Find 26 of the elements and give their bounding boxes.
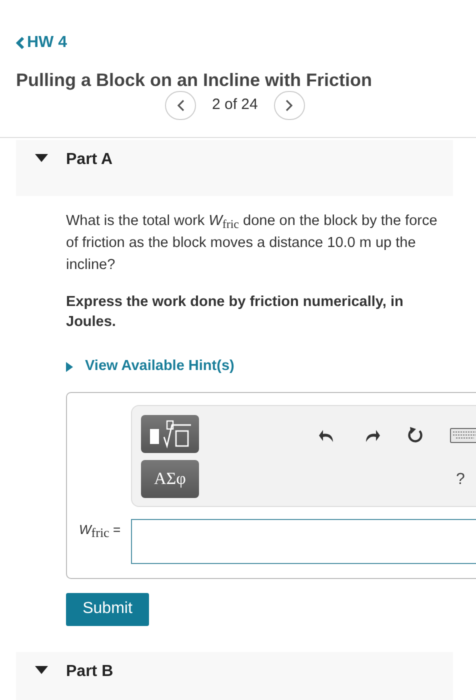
- part-header[interactable]: Part B: [16, 652, 453, 700]
- question-text: What is the total work W$_{fric}$ done on the block by the force of friction as the block moves a distance 10.0 m up the incline?: [66, 212, 438, 275]
- next-button[interactable]: [274, 91, 305, 120]
- reset-icon: [406, 426, 424, 444]
- instruction-text: Express the work done by friction numerically, in Joules.: [66, 293, 404, 332]
- symbols-button[interactable]: ΑΣφ: [141, 460, 199, 498]
- page-position: 2 of 24: [212, 95, 258, 116]
- keyboard-button[interactable]: [450, 428, 476, 443]
- triangle-down-icon: [34, 666, 48, 674]
- triangle-down-icon: [34, 154, 48, 162]
- part-header[interactable]: Part A: [16, 140, 453, 196]
- part-label: Part A: [66, 150, 113, 170]
- hint-link[interactable]: View Available Hint(s): [66, 356, 234, 378]
- answer-field[interactable]: [131, 518, 476, 564]
- templates-button[interactable]: [141, 414, 199, 453]
- problem-title: Pulling a Block on an Incline with Friction: [16, 69, 372, 92]
- back-link[interactable]: HW 4: [16, 31, 67, 55]
- triangle-right-icon: [66, 362, 73, 372]
- reset-button[interactable]: [406, 426, 424, 444]
- chevron-left-icon: [176, 99, 184, 112]
- help-button[interactable]: ?: [456, 468, 465, 492]
- part-label: Part B: [66, 662, 114, 682]
- submit-button[interactable]: Submit: [66, 592, 149, 626]
- chevron-right-icon: [285, 99, 294, 112]
- chevron-left-icon: [16, 37, 25, 49]
- previous-button[interactable]: [165, 91, 196, 120]
